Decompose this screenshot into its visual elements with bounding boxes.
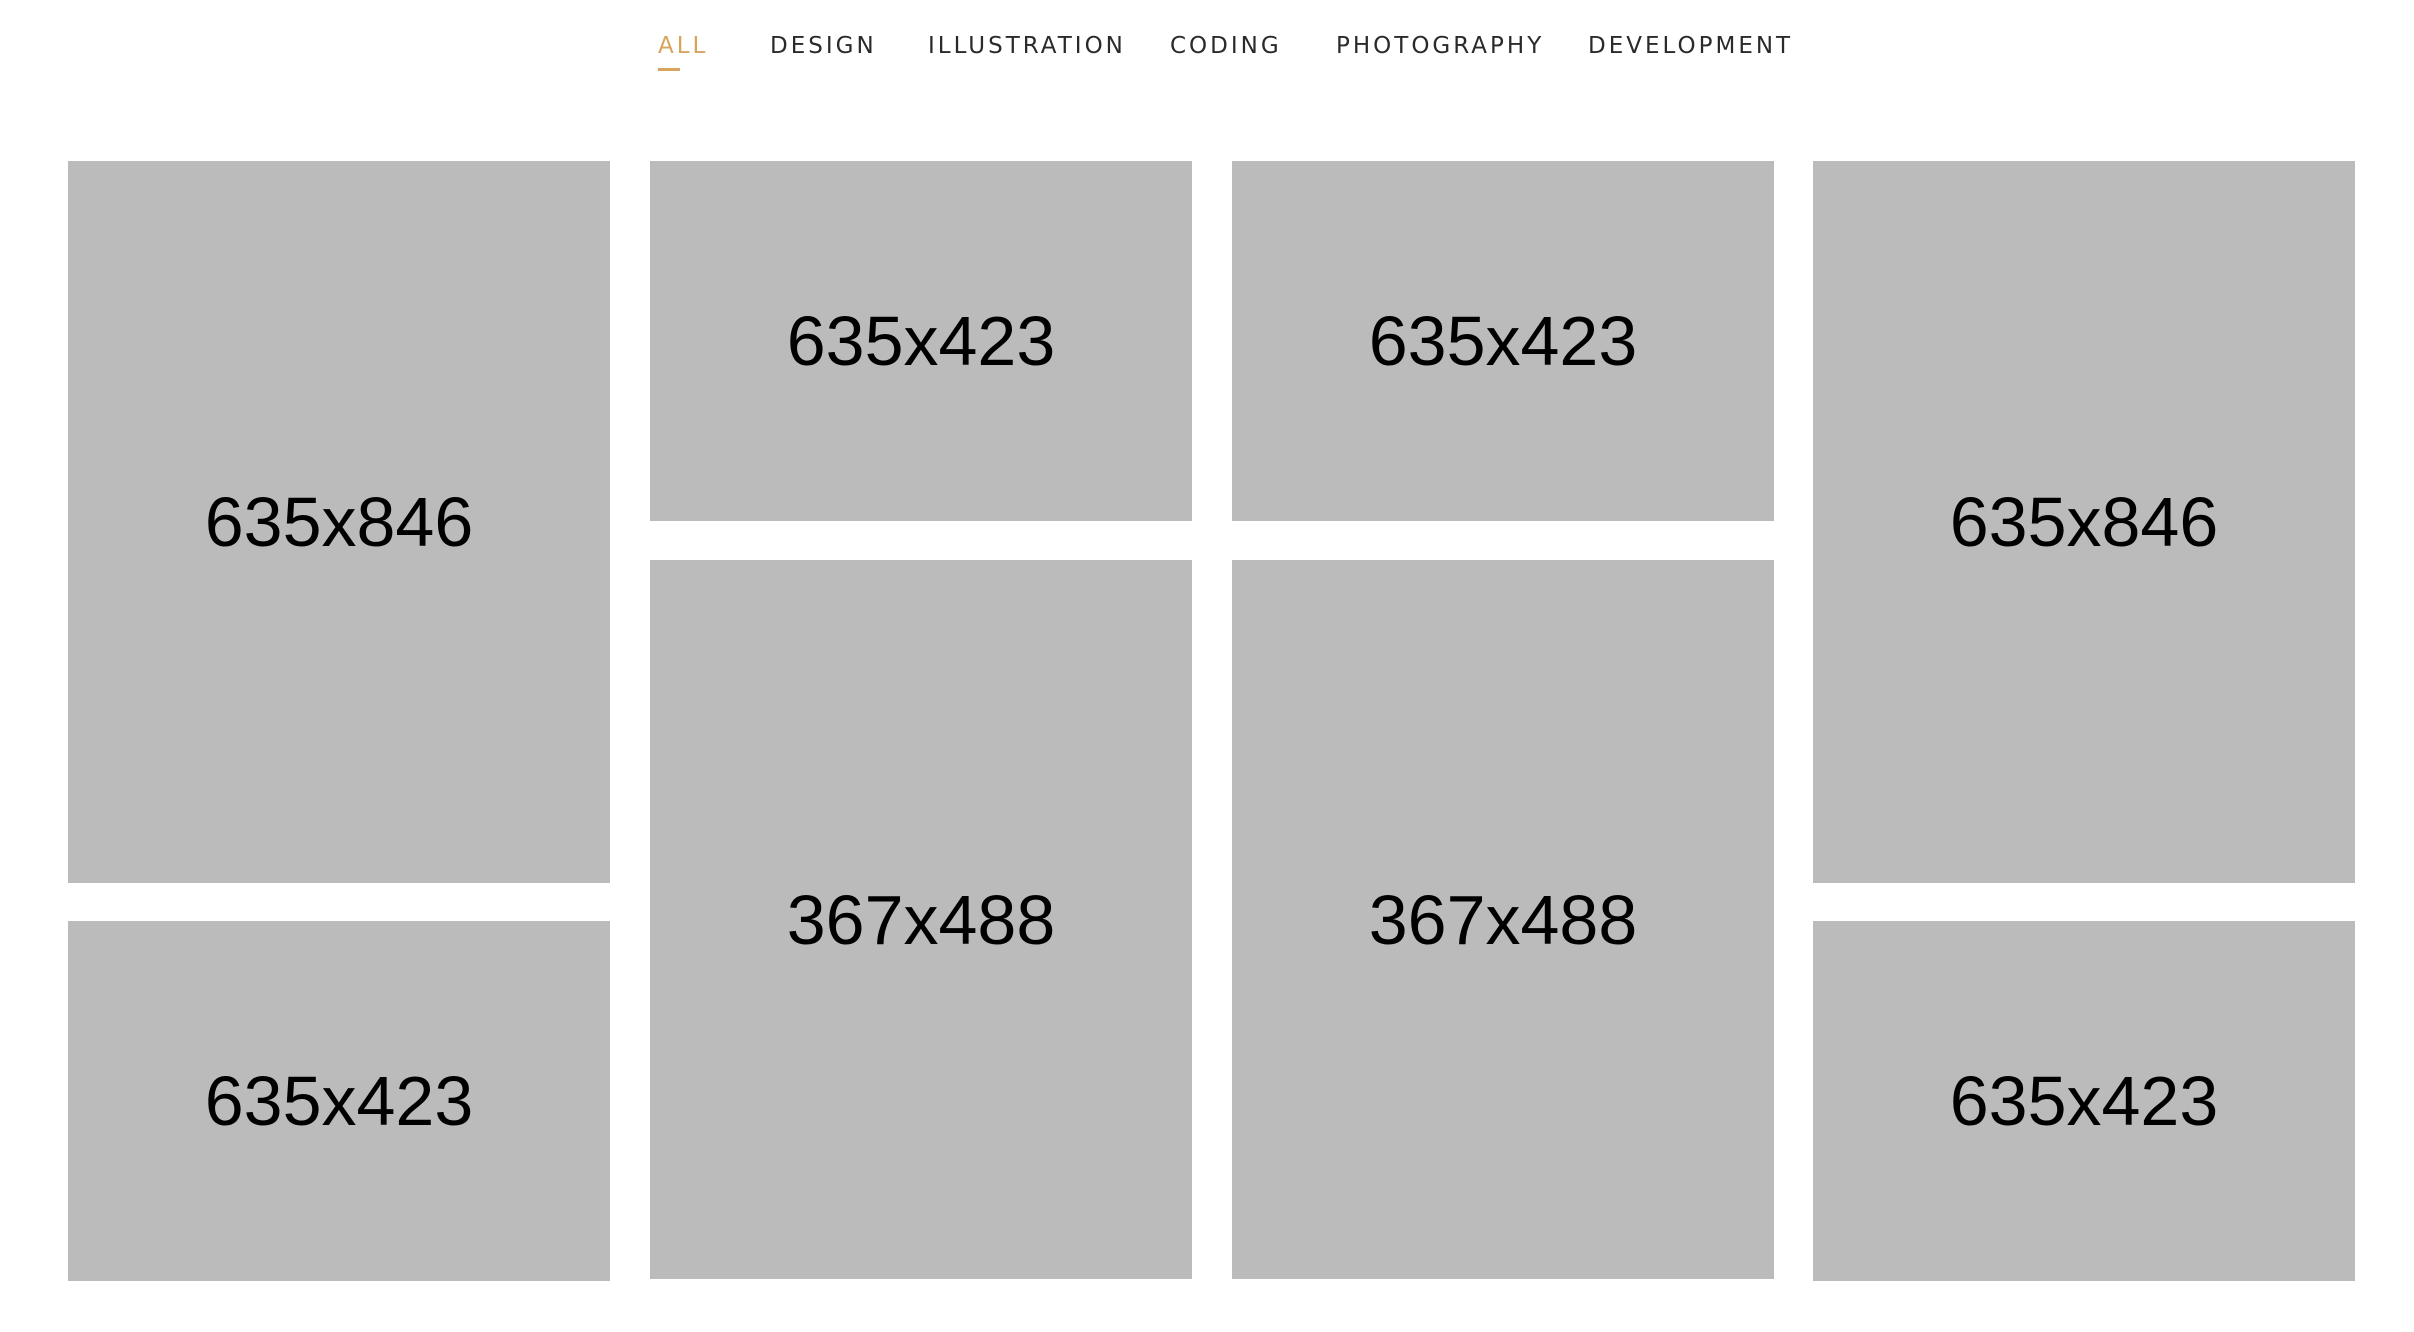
tile-placeholder-label: 635x423 [1368,302,1638,380]
tile-placeholder-label: 367x488 [786,880,1056,959]
portfolio-tile[interactable]: 635x846 [1813,161,2355,883]
portfolio-tile[interactable]: 367x488 [1232,560,1774,1279]
portfolio-tile[interactable]: 367x488 [650,560,1192,1279]
portfolio-tile[interactable]: 635x423 [68,921,610,1281]
tile-placeholder-label: 635x846 [204,483,474,561]
tile-placeholder-label: 635x423 [1949,1062,2219,1140]
portfolio-tile[interactable]: 635x423 [1813,921,2355,1281]
tile-placeholder-label: 635x423 [204,1062,474,1140]
portfolio-tile[interactable]: 635x423 [650,161,1192,521]
portfolio-grid: 635x846 635x423 635x423 635x846 635x423 … [0,0,2414,1332]
portfolio-tile[interactable]: 635x423 [1232,161,1774,521]
tile-placeholder-label: 635x423 [786,302,1056,380]
portfolio-tile[interactable]: 635x846 [68,161,610,883]
tile-placeholder-label: 367x488 [1368,880,1638,959]
tile-placeholder-label: 635x846 [1949,483,2219,561]
